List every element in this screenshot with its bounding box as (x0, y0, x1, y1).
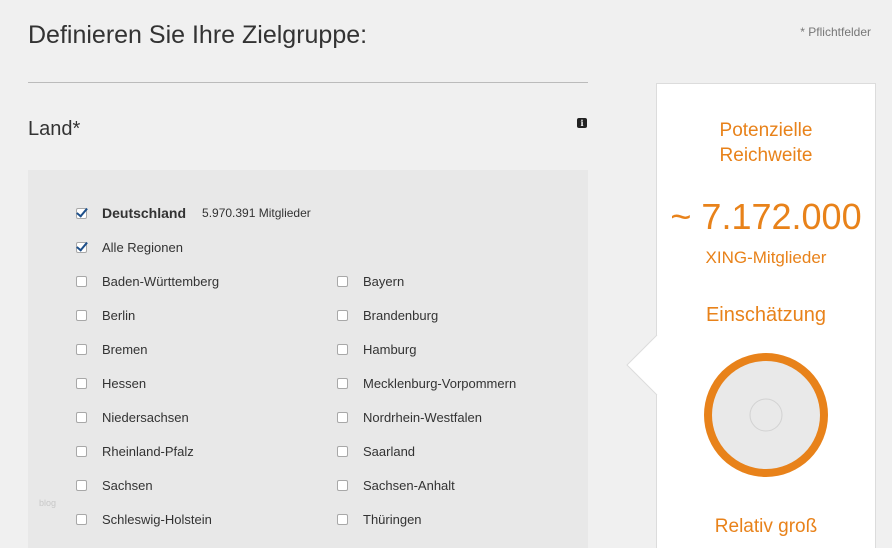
section-title-country: Land* (28, 118, 81, 140)
estimate-gauge (704, 353, 828, 477)
country-label: Deutschland (102, 205, 187, 221)
region-row[interactable]: Rheinland-Pfalz (76, 441, 194, 461)
page-title: Definieren Sie Ihre Zielgruppe: (28, 21, 368, 49)
country-row[interactable]: Deutschland 5.970.391 Mitglieder (76, 203, 311, 223)
gauge-face (712, 361, 820, 469)
region-row[interactable]: Hamburg (337, 339, 416, 359)
region-checkbox[interactable] (76, 411, 87, 423)
region-label: Sachsen-Anhalt (363, 477, 455, 493)
title-divider (28, 82, 588, 83)
region-row[interactable]: Mecklenburg-Vorpommern (337, 373, 516, 393)
region-row[interactable]: Saarland (337, 441, 415, 461)
reach-unit: XING-Mitglieder (705, 248, 827, 267)
region-row[interactable]: Sachsen-Anhalt (337, 475, 455, 495)
region-checkbox[interactable] (337, 309, 348, 321)
region-checkbox[interactable] (337, 275, 348, 287)
region-label: Niedersachsen (102, 409, 189, 425)
country-member-count: 5.970.391 Mitglieder (202, 206, 311, 220)
region-checkbox[interactable] (337, 377, 348, 389)
region-row[interactable]: Brandenburg (337, 305, 438, 325)
region-label: Berlin (102, 307, 136, 323)
region-label: Nordrhein-Westfalen (363, 409, 482, 425)
region-row[interactable]: Schleswig-Holstein (76, 509, 212, 529)
region-checkbox[interactable] (76, 513, 87, 525)
region-label: Schleswig-Holstein (102, 511, 212, 527)
region-label: Mecklenburg-Vorpommern (363, 375, 517, 391)
region-checkbox[interactable] (76, 309, 87, 321)
region-checkbox[interactable] (337, 445, 348, 457)
region-checkbox[interactable] (76, 377, 87, 389)
reach-title: Potenzielle Reichweite (657, 118, 875, 168)
info-icon[interactable]: i (577, 118, 587, 128)
reach-title-line2: Reichweite (719, 145, 813, 166)
estimate-value: Relativ groß (714, 516, 818, 537)
all-regions-label: Alle Regionen (102, 239, 183, 255)
region-label: Bremen (102, 341, 148, 357)
region-checkbox[interactable] (337, 513, 348, 525)
region-label: Baden-Württemberg (102, 273, 220, 289)
reach-panel: Potenzielle Reichweite ~ 7.172.000 XING-… (656, 83, 876, 548)
region-row[interactable]: Niedersachsen (76, 407, 189, 427)
region-row[interactable]: Berlin (76, 305, 135, 325)
region-row[interactable]: Thüringen (337, 509, 422, 529)
region-label: Bayern (363, 273, 405, 289)
country-checkbox[interactable] (76, 207, 87, 219)
region-row[interactable]: Baden-Württemberg (76, 271, 219, 291)
region-label: Hamburg (363, 341, 417, 357)
region-row[interactable]: Bayern (337, 271, 404, 291)
region-checkbox[interactable] (76, 445, 87, 457)
region-label: Thüringen (363, 511, 422, 527)
estimate-title: Einschätzung (705, 304, 827, 326)
reach-title-line1: Potenzielle (719, 120, 813, 141)
required-fields-note: * Pflichtfelder (800, 25, 871, 39)
reach-value: ~ 7.172.000 (670, 196, 862, 237)
region-checkbox[interactable] (76, 275, 87, 287)
region-label: Hessen (102, 375, 147, 391)
watermark: blog (39, 498, 57, 508)
region-label: Saarland (363, 443, 416, 459)
region-checkbox[interactable] (337, 479, 348, 491)
region-label: Brandenburg (363, 307, 439, 323)
reach-panel-pointer (626, 335, 658, 395)
region-label: Rheinland-Pfalz (102, 443, 194, 459)
region-checkbox[interactable] (76, 343, 87, 355)
region-checkbox[interactable] (337, 411, 348, 423)
region-row[interactable]: Hessen (76, 373, 146, 393)
region-label: Sachsen (102, 477, 153, 493)
region-row[interactable]: Sachsen (76, 475, 153, 495)
all-regions-checkbox[interactable] (76, 241, 87, 253)
region-checkbox[interactable] (76, 479, 87, 491)
region-row[interactable]: Bremen (76, 339, 148, 359)
all-regions-row[interactable]: Alle Regionen (76, 237, 183, 257)
region-row[interactable]: Nordrhein-Westfalen (337, 407, 482, 427)
region-checkbox[interactable] (337, 343, 348, 355)
